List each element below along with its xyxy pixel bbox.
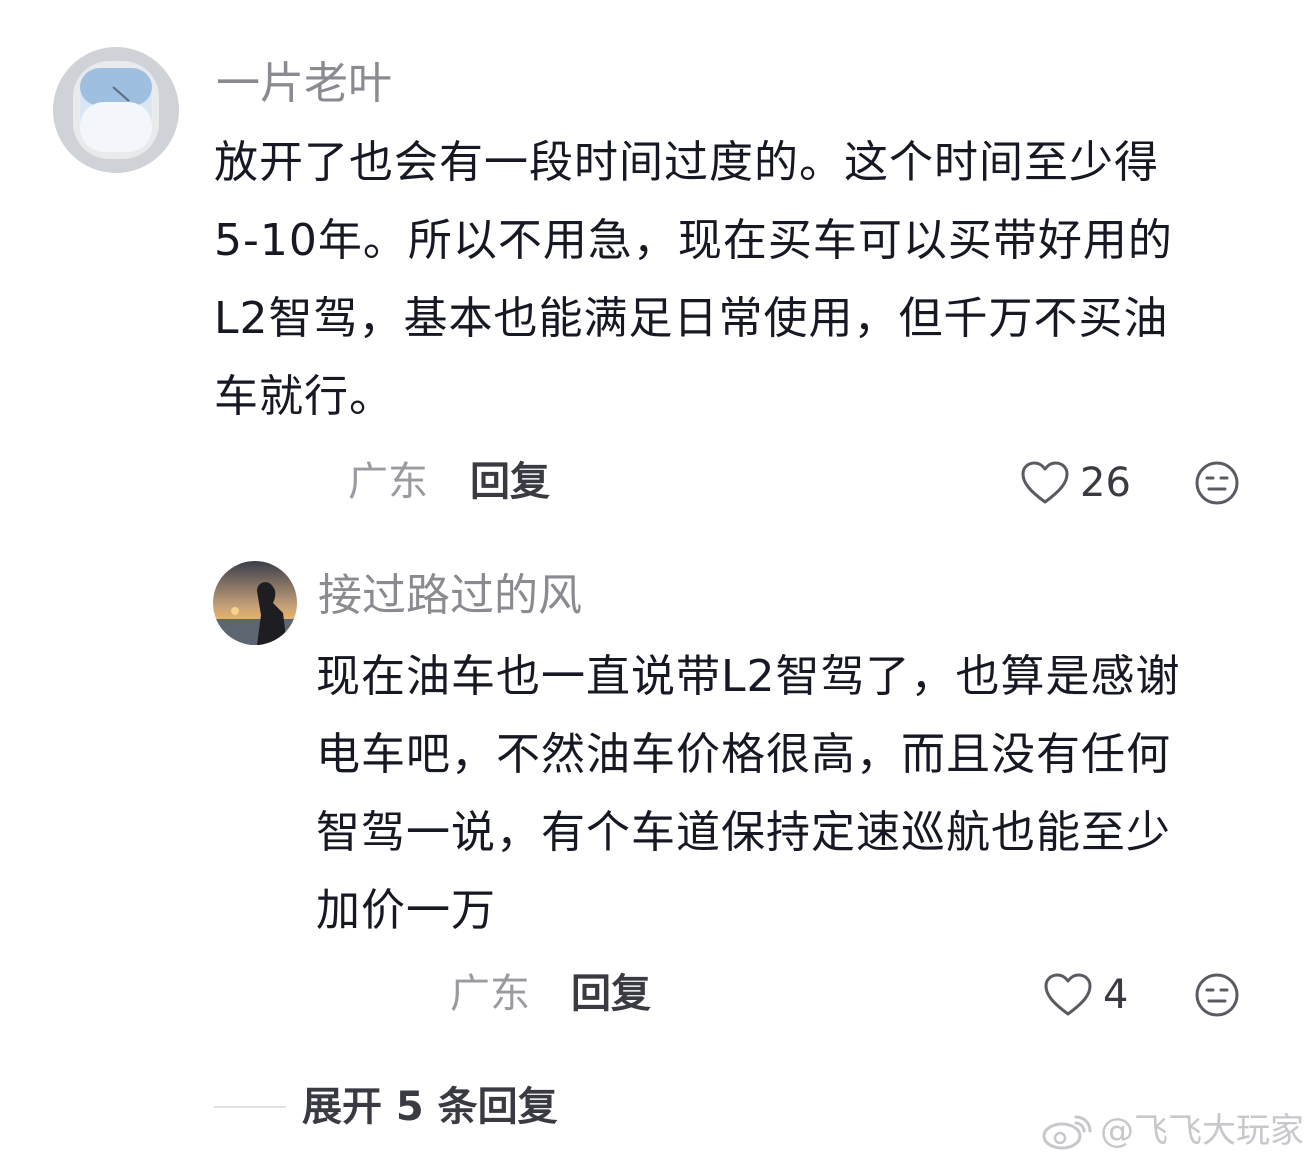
weibo-logo-icon (1042, 1115, 1092, 1150)
dislike-face-icon (1195, 973, 1239, 1017)
comment-line: 车就行。 (214, 371, 394, 422)
expand-replies-button[interactable]: 展开 5 条回复 (214, 1082, 558, 1132)
dislike-button[interactable] (1194, 972, 1240, 1018)
expand-replies-label: 展开 5 条回复 (302, 1084, 558, 1130)
dislike-button[interactable] (1194, 460, 1240, 506)
comment-content: 放开了也会有一段时间过度的。这个时间至少得 5-10年。所以不用急，现在买车可以… (214, 124, 1173, 436)
comment-line: 5-10年。所以不用急，现在买车可以买带好用的 (214, 215, 1173, 266)
comment-line: 放开了也会有一段时间过度的。这个时间至少得 (214, 137, 1159, 188)
comment-location: 广东 (450, 971, 530, 1017)
sunset-beach-avatar (213, 561, 297, 645)
comment-line: 加价一万 (316, 885, 496, 936)
reply-button[interactable]: 回复 (571, 969, 651, 1019)
avatar[interactable] (213, 561, 297, 645)
divider (214, 1106, 286, 1108)
comment-username[interactable]: 一片老叶 (216, 58, 392, 110)
heart-icon (1044, 973, 1092, 1016)
like-count: 26 (1080, 460, 1131, 506)
like-button[interactable]: 4 (1043, 970, 1128, 1020)
comment-location: 广东 (348, 459, 428, 505)
comment-line: 电车吧，不然油车价格很高，而且没有任何 (316, 729, 1171, 780)
watermark: @飞飞大玩家 (1040, 1109, 1304, 1153)
reply-button[interactable]: 回复 (470, 457, 550, 507)
watermark-text: @飞飞大玩家 (1100, 1111, 1304, 1151)
comment-content: 现在油车也一直说带L2智驾了，也算是感谢 电车吧，不然油车价格很高，而且没有任何… (316, 638, 1181, 950)
comment-line: 智驾一说，有个车道保持定速巡航也能至少 (316, 807, 1171, 858)
airplane-window-avatar (53, 47, 179, 173)
dislike-face-icon (1195, 461, 1239, 505)
comment-line: 现在油车也一直说带L2智驾了，也算是感谢 (316, 651, 1181, 702)
comment-line: L2智驾，基本也能满足日常使用，但千万不买油 (214, 293, 1169, 344)
like-count: 4 (1103, 972, 1129, 1018)
avatar[interactable] (53, 47, 179, 173)
heart-icon (1021, 461, 1069, 504)
like-button[interactable]: 26 (1020, 458, 1131, 508)
comment-username[interactable]: 接过路过的风 (318, 570, 582, 622)
